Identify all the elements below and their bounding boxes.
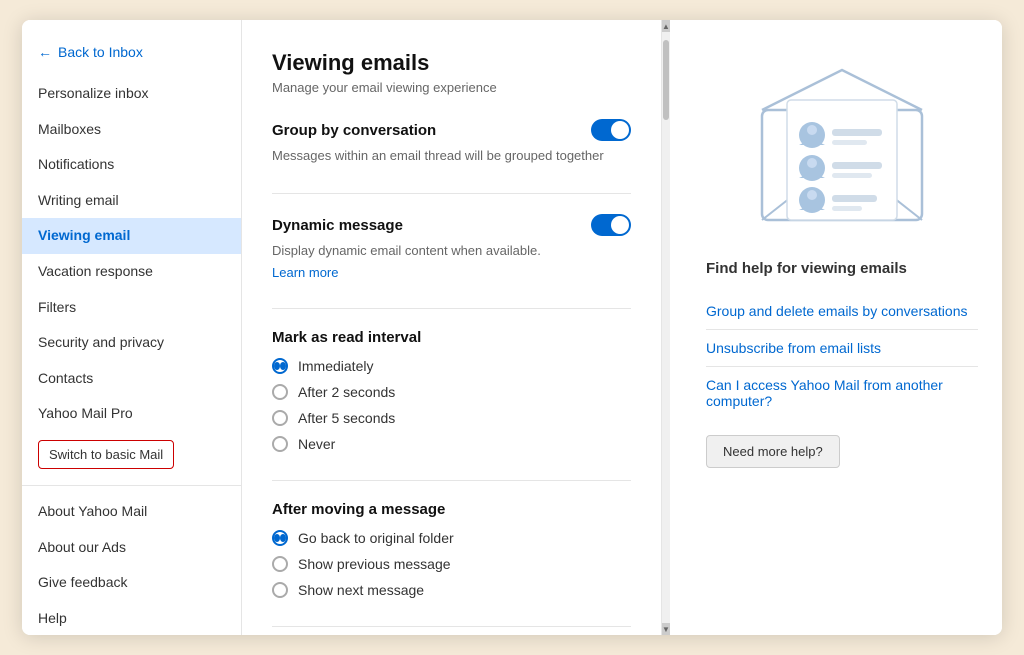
after-moving-section: After moving a message Go back to origin… bbox=[272, 501, 631, 598]
radio-go-back-circle bbox=[272, 530, 288, 546]
divider-3 bbox=[272, 480, 631, 481]
back-to-inbox-label: Back to Inbox bbox=[58, 44, 143, 60]
dynamic-message-label: Dynamic message bbox=[272, 217, 403, 234]
help-link-group-delete[interactable]: Group and delete emails by conversations bbox=[706, 293, 978, 330]
sidebar-nav: Personalize inboxMailboxesNotificationsW… bbox=[22, 76, 241, 432]
learn-more-link[interactable]: Learn more bbox=[272, 265, 338, 280]
dynamic-message-desc: Display dynamic email content when avail… bbox=[272, 242, 631, 260]
radio-never-label: Never bbox=[298, 436, 335, 452]
sidebar-item-writing-email[interactable]: Writing email bbox=[22, 183, 241, 219]
right-panel: Find help for viewing emails Group and d… bbox=[682, 20, 1002, 635]
radio-never-circle bbox=[272, 436, 288, 452]
divider-4 bbox=[272, 626, 631, 627]
group-by-conversation-desc: Messages within an email thread will be … bbox=[272, 147, 631, 165]
sidebar-item-notifications[interactable]: Notifications bbox=[22, 147, 241, 183]
main-scroll-thumb[interactable] bbox=[663, 40, 669, 120]
radio-go-back[interactable]: Go back to original folder bbox=[272, 530, 631, 546]
settings-scroll-wrapper: Viewing emails Manage your email viewing… bbox=[242, 20, 682, 635]
radio-show-next-label: Show next message bbox=[298, 582, 424, 598]
radio-immediately-circle bbox=[272, 358, 288, 374]
sidebar-misc-about-our-ads[interactable]: About our Ads bbox=[22, 530, 241, 566]
mark-as-read-section: Mark as read interval Immediately After … bbox=[272, 329, 631, 452]
radio-never[interactable]: Never bbox=[272, 436, 631, 452]
divider-1 bbox=[272, 193, 631, 194]
after-moving-options: Go back to original folder Show previous… bbox=[272, 530, 631, 598]
radio-immediately[interactable]: Immediately bbox=[272, 358, 631, 374]
settings-panel: Viewing emails Manage your email viewing… bbox=[242, 20, 662, 635]
sidebar-item-contacts[interactable]: Contacts bbox=[22, 361, 241, 397]
radio-go-back-label: Go back to original folder bbox=[298, 530, 454, 546]
radio-after-2[interactable]: After 2 seconds bbox=[272, 384, 631, 400]
app-container: ← Back to Inbox Personalize inboxMailbox… bbox=[22, 20, 1002, 635]
dynamic-message-section: Dynamic message Display dynamic email co… bbox=[272, 214, 631, 280]
radio-after-5-circle bbox=[272, 410, 288, 426]
scroll-down-arrow[interactable]: ▼ bbox=[662, 623, 670, 635]
group-by-conversation-section: Group by conversation Messages within an… bbox=[272, 119, 631, 165]
sidebar-misc-give-feedback[interactable]: Give feedback bbox=[22, 565, 241, 601]
sidebar: ← Back to Inbox Personalize inboxMailbox… bbox=[22, 20, 242, 635]
sidebar-item-viewing-email[interactable]: Viewing email bbox=[22, 218, 241, 254]
mark-as-read-title: Mark as read interval bbox=[272, 329, 631, 346]
settings-subtitle: Manage your email viewing experience bbox=[272, 80, 631, 95]
radio-immediately-label: Immediately bbox=[298, 358, 373, 374]
settings-title: Viewing emails bbox=[272, 50, 631, 76]
radio-show-next[interactable]: Show next message bbox=[272, 582, 631, 598]
radio-show-next-circle bbox=[272, 582, 288, 598]
help-section-title: Find help for viewing emails bbox=[706, 260, 978, 277]
divider-2 bbox=[272, 308, 631, 309]
scroll-up-arrow[interactable]: ▲ bbox=[662, 20, 670, 32]
mark-as-read-options: Immediately After 2 seconds After 5 seco… bbox=[272, 358, 631, 452]
sidebar-item-yahoo-mail-pro[interactable]: Yahoo Mail Pro bbox=[22, 396, 241, 432]
radio-after-5[interactable]: After 5 seconds bbox=[272, 410, 631, 426]
back-to-inbox-button[interactable]: ← Back to Inbox bbox=[22, 36, 241, 68]
radio-after-2-circle bbox=[272, 384, 288, 400]
radio-after-2-label: After 2 seconds bbox=[298, 384, 395, 400]
sidebar-item-filters[interactable]: Filters bbox=[22, 290, 241, 326]
sidebar-divider bbox=[22, 485, 241, 486]
group-by-conversation-label: Group by conversation bbox=[272, 122, 436, 139]
sidebar-misc-links: About Yahoo MailAbout our AdsGive feedba… bbox=[22, 477, 241, 635]
after-moving-title: After moving a message bbox=[272, 501, 631, 518]
sidebar-item-personalize-inbox[interactable]: Personalize inbox bbox=[22, 76, 241, 112]
help-link-access-another[interactable]: Can I access Yahoo Mail from another com… bbox=[706, 367, 978, 419]
sidebar-misc-help[interactable]: Help bbox=[22, 601, 241, 635]
switch-to-basic-mail-button[interactable]: Switch to basic Mail bbox=[38, 440, 174, 469]
sidebar-misc-about-yahoo-mail[interactable]: About Yahoo Mail bbox=[22, 494, 241, 530]
radio-show-prev[interactable]: Show previous message bbox=[272, 556, 631, 572]
email-illustration bbox=[742, 50, 942, 230]
radio-show-prev-circle bbox=[272, 556, 288, 572]
sidebar-item-security-privacy[interactable]: Security and privacy bbox=[22, 325, 241, 361]
dynamic-message-toggle[interactable] bbox=[591, 214, 631, 236]
group-by-conversation-toggle[interactable] bbox=[591, 119, 631, 141]
radio-show-prev-label: Show previous message bbox=[298, 556, 451, 572]
help-link-unsubscribe[interactable]: Unsubscribe from email lists bbox=[706, 330, 978, 367]
sidebar-item-mailboxes[interactable]: Mailboxes bbox=[22, 112, 241, 148]
back-arrow-icon: ← bbox=[38, 44, 52, 60]
main-scroll-track[interactable]: ▲ ▼ bbox=[662, 20, 670, 635]
need-help-button[interactable]: Need more help? bbox=[706, 435, 840, 468]
sidebar-item-vacation-response[interactable]: Vacation response bbox=[22, 254, 241, 290]
radio-after-5-label: After 5 seconds bbox=[298, 410, 395, 426]
sidebar-switch-section: Switch to basic Mail bbox=[22, 432, 241, 477]
main-content: Viewing emails Manage your email viewing… bbox=[242, 20, 1002, 635]
